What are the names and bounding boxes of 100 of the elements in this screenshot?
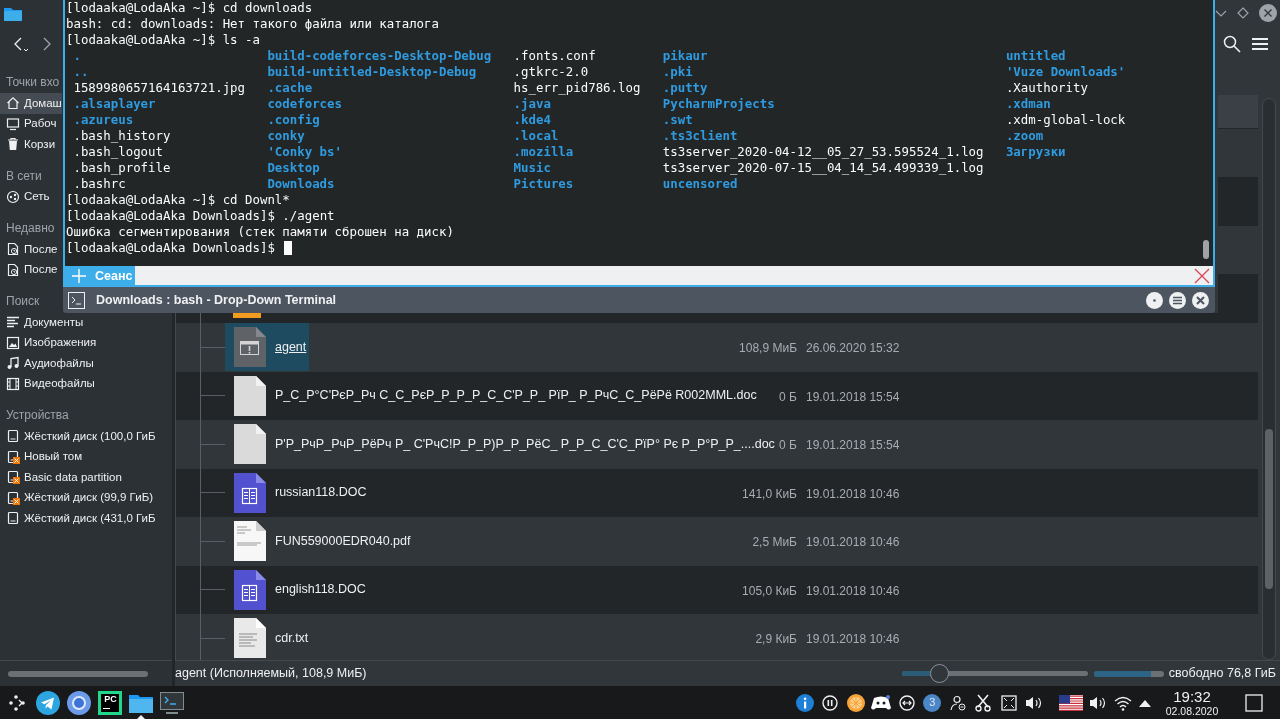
directory-name: build-codeforces-Desktop-Debug [267, 48, 492, 63]
column-header [1218, 95, 1258, 129]
file-size: 0 Б [779, 438, 797, 453]
document-clock-icon [6, 242, 20, 257]
home-icon [6, 96, 20, 111]
citrus-slice-icon[interactable] [846, 693, 865, 712]
file-row[interactable]: russian118.DOC 141,0 КиБ 19.01.2018 10:46 [176, 468, 1258, 517]
file-name: .bash_profile [73, 160, 171, 175]
volume-icon[interactable] [1088, 694, 1107, 711]
sidebar-item[interactable]: После [0, 239, 58, 260]
wifi-icon[interactable] [1114, 694, 1133, 711]
volume-icon[interactable] [1025, 694, 1044, 711]
arrows-icon[interactable] [898, 694, 915, 711]
search-button[interactable] [1223, 35, 1241, 53]
disk-usage-bar [1093, 670, 1164, 677]
directory-name: . [73, 48, 81, 63]
sidebar-item[interactable]: Жёсткий диск (99,9 ГиБ) [0, 487, 153, 508]
keep-open-button[interactable] [1146, 291, 1163, 309]
file-name: ts3server_2020-04-12__05_27_53.595524_1.log [662, 144, 984, 159]
sidebar-item[interactable]: После [0, 259, 58, 280]
sidebar-item[interactable]: Рабоч [0, 113, 57, 134]
directory-name: 'Conky bs' [267, 144, 342, 159]
sidebar-item[interactable]: Жёсткий диск (100,0 ГиБ [0, 426, 156, 447]
screen-frame-icon[interactable] [1000, 694, 1017, 711]
clock-time[interactable]: 19:32 [1173, 688, 1211, 705]
slider-handle[interactable] [929, 664, 949, 683]
sidebar-item[interactable]: Корзи [0, 134, 56, 155]
window-title: Downloads : bash - Drop-Down Terminal [96, 291, 337, 309]
file-size: 0 Б [779, 389, 797, 404]
close-button[interactable] [1192, 291, 1209, 309]
logo-text: PC [103, 693, 118, 704]
file-row[interactable]: english118.DOC 105,0 КиБ 19.01.2018 10:46 [176, 565, 1258, 614]
up-arrow-icon[interactable] [1138, 698, 1151, 707]
directory-name: .xdman [1005, 96, 1051, 111]
directory-name: .swt [662, 112, 693, 127]
info-icon[interactable] [795, 693, 814, 712]
clock-date[interactable]: 02.08.2020 [1165, 705, 1219, 717]
scrollbar[interactable] [1262, 98, 1276, 660]
taskbar-button[interactable]: PC [94, 686, 125, 719]
file-name: .bash_history [73, 128, 171, 143]
terminal-line: Ошибка сегментирования (стек памяти сброшен на диск) [66, 224, 454, 240]
directory-name: uncensored [662, 176, 738, 191]
directory-name: Music [513, 160, 551, 175]
blank-file-icon [233, 424, 266, 465]
blank-file-icon [233, 375, 266, 416]
sidebar-item[interactable]: Basic data partition [0, 467, 122, 488]
close-button[interactable] [1259, 4, 1277, 22]
scrollbar-thumb[interactable] [1203, 240, 1209, 259]
sidebar-item[interactable]: Видеофайлы [0, 373, 95, 394]
file-size: 108,9 МиБ [739, 341, 797, 356]
text-lines-icon [6, 315, 20, 330]
directory-name: Pictures [513, 176, 574, 191]
gamepad-icon[interactable] [871, 694, 892, 711]
sidebar-item[interactable]: Жёсткий диск (431,0 ГиБ [0, 508, 156, 529]
free-space-text: свободно 76,8 ГиБ [1168, 665, 1276, 683]
file-name: hs_err_pid786.log [513, 80, 641, 95]
terminal-icon [159, 691, 184, 714]
directory-name: Загрузки [1005, 144, 1066, 159]
file-name: .gtkrc-2.0 [513, 64, 589, 79]
terminal-icon [68, 291, 85, 309]
sidebar-item[interactable]: Документы [0, 312, 84, 333]
terminal-line: [lodaaka@LodaAka ~]$ cd Downl* [66, 192, 290, 208]
monitor-icon [6, 116, 20, 131]
directory-name: .alsaplayer [73, 96, 156, 111]
sidebar-item[interactable]: Домаш [0, 93, 62, 114]
directory-name: .pki [662, 64, 693, 79]
section-heading: Поиск [6, 294, 40, 308]
sidebar-item[interactable]: Изображения [0, 332, 97, 353]
zoom-slider[interactable] [901, 664, 1088, 683]
directory-name: 'Vuze Downloads' [1005, 64, 1126, 79]
show-desktop-button[interactable] [1245, 693, 1263, 712]
pause-icon[interactable] [822, 694, 839, 711]
directory-name: .java [513, 96, 551, 111]
terminal-line: [lodaaka@LodaAka ~]$ ls -a [66, 32, 260, 48]
menu-button[interactable] [1252, 37, 1268, 51]
sidebar-item[interactable]: Новый том [0, 446, 83, 467]
file-size: 141,0 КиБ [742, 486, 797, 501]
maximize-button[interactable] [1237, 7, 1249, 19]
user-icon[interactable] [949, 694, 966, 711]
directory-name: codeforces [267, 96, 342, 111]
terminal-line: [lodaaka@LodaAka Downloads]$ [66, 240, 275, 256]
network-icon [6, 189, 20, 204]
directory-name: build-untitled-Desktop-Debug [267, 64, 477, 79]
file-name: Р_С_Р°С'РєР_Рч С_С_РєР_Р_Р_Р_С_С'Р_Р_ РїР_ Р_РчС_С_РёРё R002MML.doc [275, 387, 757, 405]
directory-name: .config [267, 112, 320, 127]
scissors-icon[interactable] [975, 693, 992, 712]
file-name: .Xauthority [1005, 80, 1088, 95]
flag-icon[interactable] [1059, 694, 1083, 711]
folder-icon [128, 692, 153, 713]
close-session-button[interactable] [1193, 267, 1211, 285]
sidebar-item[interactable]: Сеть [0, 186, 50, 207]
directory-name: .zoom [1005, 128, 1044, 143]
file-name: FUN559000EDR040.pdf [275, 532, 411, 550]
menu-button[interactable] [1169, 291, 1186, 309]
directory-name: pikaur [662, 48, 708, 63]
scrollbar-thumb[interactable] [8, 670, 148, 677]
folder-icon [4, 5, 22, 21]
file-row[interactable]: Р_С_Р°С'РєР_Рч С_С_РєР_Р_Р_Р_С_С'Р_Р_ РїР_ Р_РчС_С_РёРё R002MML.doc 0 Б 19.01.2018 15:54 [176, 371, 1258, 420]
directory-name: .azureus [73, 112, 134, 127]
sidebar-item[interactable]: Аудиофайлы [0, 353, 94, 374]
